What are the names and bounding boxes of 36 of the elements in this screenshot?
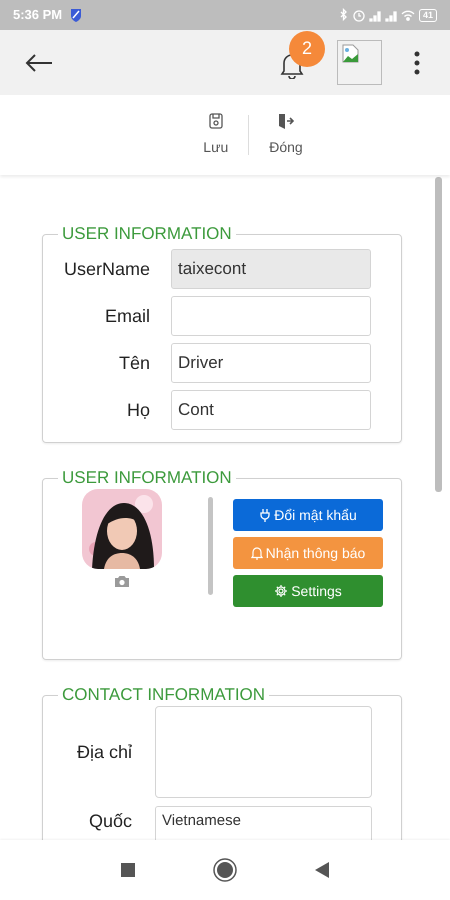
back-button[interactable] xyxy=(24,52,54,72)
input-field[interactable]: Driver xyxy=(171,343,371,383)
battery-level: 41 xyxy=(418,8,437,22)
bell-icon xyxy=(250,546,263,560)
section-title: CONTACT INFORMATION xyxy=(61,686,266,704)
field-label: UserName xyxy=(62,258,150,280)
floppy-icon xyxy=(208,112,223,128)
alarm-icon xyxy=(352,8,365,22)
change-password-button[interactable]: Đổi mật khẩu xyxy=(233,499,383,531)
shield-icon xyxy=(70,8,82,22)
close-button[interactable]: Đóng xyxy=(263,112,309,158)
plug-icon xyxy=(259,508,272,522)
field-label: Quốc xyxy=(88,810,132,833)
wifi-icon xyxy=(400,8,415,22)
bluetooth-icon xyxy=(338,8,349,22)
input-field[interactable]: Cont xyxy=(171,390,371,430)
status-time: 5:36 PM xyxy=(13,6,62,24)
settings-button[interactable]: Settings xyxy=(233,575,383,607)
section-title: USER INFORMATION xyxy=(61,469,233,487)
notification-badge: 2 xyxy=(289,30,325,66)
save-button[interactable]: Lưu xyxy=(197,112,234,158)
input-field[interactable]: Vietnamese xyxy=(155,806,372,840)
back-button[interactable] xyxy=(315,862,329,878)
more-menu-icon[interactable] xyxy=(414,50,420,74)
input-field[interactable] xyxy=(171,296,371,336)
exit-door-icon xyxy=(278,112,294,128)
field-label: Địa chỉ xyxy=(76,740,132,764)
field-label: Email xyxy=(104,304,150,328)
field-label: Họ xyxy=(126,398,150,422)
broken-image-icon[interactable] xyxy=(337,40,382,85)
address-field[interactable] xyxy=(155,706,372,798)
settings-icon xyxy=(274,584,288,598)
home-button[interactable] xyxy=(213,858,237,882)
field-label: Tên xyxy=(118,352,150,374)
section-title: USER INFORMATION xyxy=(61,225,233,243)
camera-icon[interactable] xyxy=(114,574,130,588)
